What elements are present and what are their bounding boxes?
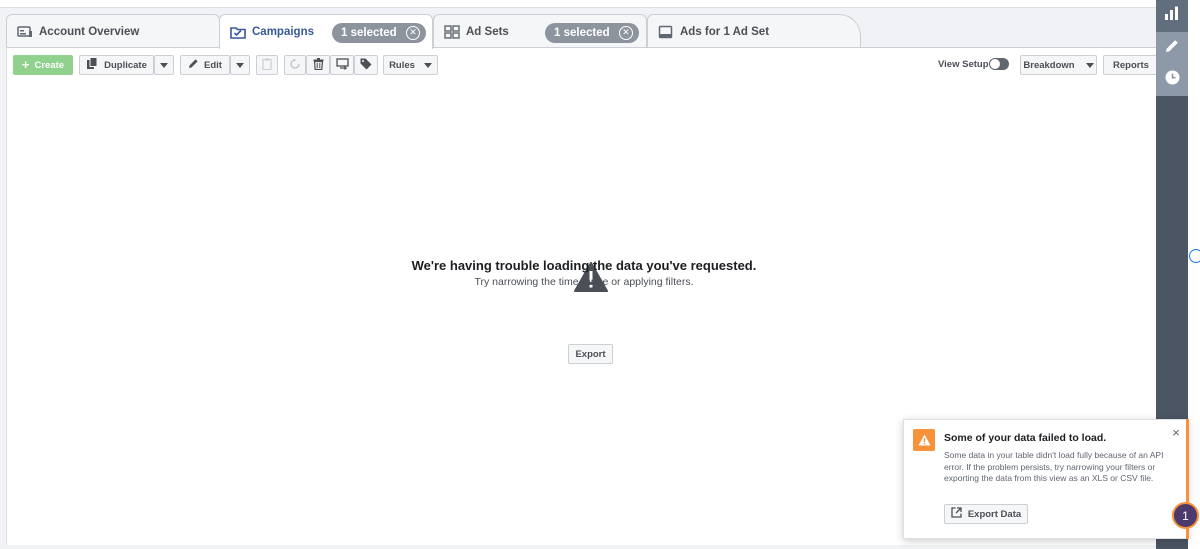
refresh-icon (289, 58, 301, 73)
rail-charts-button[interactable] (1156, 0, 1188, 32)
reset-button[interactable] (284, 55, 306, 75)
export-button[interactable]: Export (568, 344, 613, 364)
duplicate-button[interactable]: Duplicate (79, 55, 154, 75)
tag-icon (360, 58, 372, 73)
error-title: We're having trouble loading the data yo… (411, 258, 757, 273)
pencil-icon (188, 58, 199, 72)
clipboard-icon (262, 58, 272, 73)
ab-test-icon (335, 57, 349, 73)
notification-badge[interactable]: 1 (1172, 502, 1199, 529)
rail-history-button[interactable] (1156, 64, 1188, 96)
close-icon[interactable]: × (1170, 426, 1182, 439)
duplicate-dropdown-button[interactable] (154, 55, 174, 75)
tab-label: Ad Sets (466, 25, 509, 38)
ad-sets-icon (444, 24, 460, 39)
duplicate-label: Duplicate (104, 59, 147, 71)
error-subtitle: Try narrowing the time range or applying… (474, 276, 694, 288)
view-setup-label: View Setup (938, 59, 989, 70)
delete-button[interactable] (306, 55, 330, 75)
campaigns-selected-pill[interactable]: 1 selected ✕ (332, 23, 426, 43)
export-data-button[interactable]: Export Data (944, 504, 1028, 524)
error-toast: Some of your data failed to load. Some d… (903, 419, 1188, 539)
tab-ad-sets[interactable]: Ad Sets 1 selected ✕ (433, 14, 647, 48)
trash-icon (313, 57, 324, 73)
ab-test-button[interactable] (330, 55, 354, 75)
chevron-down-icon (236, 62, 244, 68)
tab-account-overview[interactable]: Account Overview (6, 14, 220, 48)
view-setup-toggle[interactable] (989, 58, 1009, 70)
rules-label: Rules (389, 59, 415, 71)
scroll-handle[interactable] (1189, 249, 1200, 263)
reports-dropdown[interactable]: Reports (1103, 55, 1170, 75)
warning-icon (913, 429, 935, 451)
top-border (0, 0, 1156, 8)
chevron-down-icon (1085, 62, 1094, 68)
export-data-label: Export Data (967, 508, 1022, 520)
tag-button[interactable] (354, 55, 378, 75)
toast-title: Some of your data failed to load. (944, 432, 1107, 444)
clear-selection-icon[interactable]: ✕ (406, 26, 420, 40)
ad-sets-selected-pill[interactable]: 1 selected ✕ (545, 23, 639, 43)
tab-ads[interactable]: Ads for 1 Ad Set (647, 14, 861, 48)
reports-label: Reports (1113, 59, 1149, 71)
ads-icon (658, 25, 674, 39)
chevron-down-icon (160, 62, 168, 68)
create-label: Create (34, 59, 65, 71)
selected-count: 1 selected (554, 27, 610, 39)
breakdown-dropdown[interactable]: Breakdown (1020, 55, 1097, 75)
tab-campaigns[interactable]: Campaigns 1 selected ✕ (219, 14, 433, 49)
create-button[interactable]: + Create (13, 55, 73, 75)
chevron-down-icon (423, 62, 432, 68)
selected-count: 1 selected (341, 27, 397, 39)
tab-strip: Account Overview Campaigns 1 selected ✕ … (6, 14, 1156, 49)
tab-label: Account Overview (39, 25, 140, 38)
toast-body: Some data in your table didn't load full… (944, 450, 1164, 483)
page-edge (1188, 0, 1200, 549)
clipboard-button[interactable] (256, 55, 278, 75)
external-link-icon (951, 507, 962, 521)
account-overview-icon (17, 25, 33, 39)
bar-chart-icon (1164, 6, 1180, 26)
plus-icon: + (21, 57, 30, 72)
rules-dropdown[interactable]: Rules (383, 55, 438, 75)
breakdown-label: Breakdown (1023, 59, 1075, 71)
edit-label: Edit (204, 59, 222, 71)
rail-edit-button[interactable] (1156, 32, 1188, 64)
edit-dropdown-button[interactable] (230, 55, 250, 75)
duplicate-icon (86, 57, 99, 73)
pencil-icon (1165, 39, 1179, 58)
edit-button[interactable]: Edit (180, 55, 230, 75)
campaigns-icon (230, 25, 246, 39)
clear-selection-icon[interactable]: ✕ (619, 26, 633, 40)
tab-label: Ads for 1 Ad Set (680, 25, 770, 38)
clock-icon (1165, 70, 1180, 90)
tab-label: Campaigns (252, 26, 314, 38)
